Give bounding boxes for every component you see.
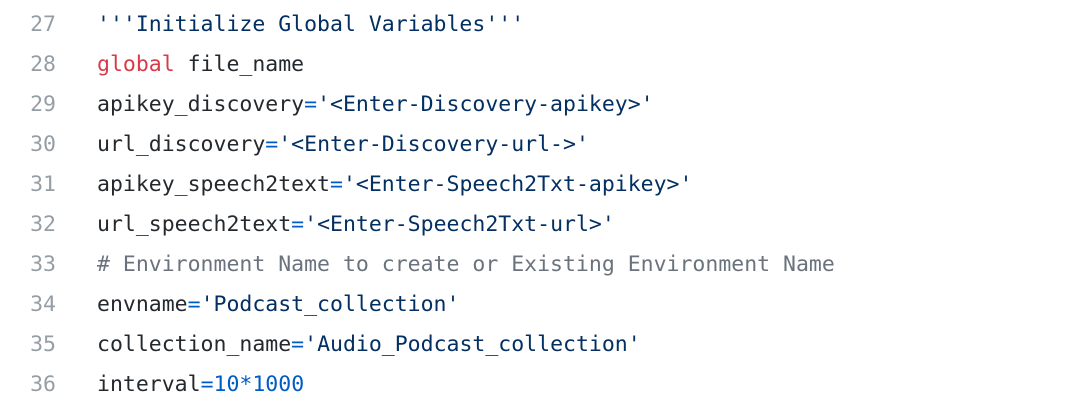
code-line: 35 collection_name='Audio_Podcast_collect… xyxy=(0,324,1092,364)
code-content: url_speech2text='<Enter-Speech2Txt-url>' xyxy=(56,212,615,237)
code-lines: 27 '''Initialize Global Variables''' 28 glo… xyxy=(0,4,1092,404)
code-token-num: 1000 xyxy=(252,371,305,397)
code-token-str: '<Enter-Speech2Txt-url>' xyxy=(304,211,615,237)
code-token-str: '''Initialize Global Variables''' xyxy=(97,11,525,37)
code-token-op: = xyxy=(265,131,279,157)
line-number[interactable]: 36 xyxy=(0,372,56,397)
code-token-plain: url_speech2text xyxy=(97,211,292,237)
code-token-plain: envname xyxy=(97,291,188,317)
code-token-op: = xyxy=(200,371,214,397)
code-token-str: '<Enter-Discovery-url->' xyxy=(278,131,589,157)
code-content: apikey_discovery='<Enter-Discovery-apike… xyxy=(56,92,654,117)
code-content: apikey_speech2text='<Enter-Speech2Txt-ap… xyxy=(56,172,692,197)
code-token-kw: global xyxy=(97,51,175,77)
line-number[interactable]: 34 xyxy=(0,292,56,317)
code-token-plain: apikey_speech2text xyxy=(97,171,330,197)
code-content: '''Initialize Global Variables''' xyxy=(56,12,524,37)
code-token-str: 'Audio_Podcast_collection' xyxy=(304,331,641,357)
line-number[interactable]: 33 xyxy=(0,252,56,277)
code-token-op: * xyxy=(239,371,253,397)
code-content: envname='Podcast_collection' xyxy=(56,292,459,317)
code-token-plain: collection_name xyxy=(97,331,292,357)
code-token-op: = xyxy=(291,331,305,357)
line-number[interactable]: 30 xyxy=(0,132,56,157)
line-number[interactable]: 35 xyxy=(0,332,56,357)
code-line: 36 interval=10*1000 xyxy=(0,364,1092,404)
code-content: global file_name xyxy=(56,52,304,77)
code-line: 34 envname='Podcast_collection' xyxy=(0,284,1092,324)
line-number[interactable]: 28 xyxy=(0,52,56,77)
code-content: collection_name='Audio_Podcast_collectio… xyxy=(56,332,641,357)
code-line: 31 apikey_speech2text='<Enter-Speech2Txt-… xyxy=(0,164,1092,204)
code-content: url_discovery='<Enter-Discovery-url->' xyxy=(56,132,589,157)
code-line: 29 apikey_discovery='<Enter-Discovery-api… xyxy=(0,84,1092,124)
code-line: 33 # Environment Name to create or Existi… xyxy=(0,244,1092,284)
line-number[interactable]: 32 xyxy=(0,212,56,237)
code-token-op: = xyxy=(304,91,318,117)
code-token-plain: file_name xyxy=(174,51,305,77)
code-line: 27 '''Initialize Global Variables''' xyxy=(0,4,1092,44)
code-line: 30 url_discovery='<Enter-Discovery-url->' xyxy=(0,124,1092,164)
line-number[interactable]: 31 xyxy=(0,172,56,197)
code-token-num: 10 xyxy=(213,371,240,397)
code-token-op: = xyxy=(291,211,305,237)
code-token-op: = xyxy=(330,171,343,197)
code-token-op: = xyxy=(187,291,201,317)
code-token-plain: interval xyxy=(97,371,201,397)
code-token-str: '<Enter-Discovery-apikey>' xyxy=(317,91,654,117)
code-line: 28 global file_name xyxy=(0,44,1092,84)
code-token-str: '<Enter-Speech2Txt-apikey>' xyxy=(342,171,693,197)
code-line: 32 url_speech2text='<Enter-Speech2Txt-url… xyxy=(0,204,1092,244)
line-number[interactable]: 29 xyxy=(0,92,56,117)
code-content: # Environment Name to create or Existing… xyxy=(56,252,835,277)
code-token-comment: # Environment Name to create or Existing… xyxy=(97,251,835,277)
code-content: interval=10*1000 xyxy=(56,372,304,397)
code-token-plain: url_discovery xyxy=(97,131,266,157)
code-token-str: 'Podcast_collection' xyxy=(200,291,460,317)
code-token-plain: apikey_discovery xyxy=(97,91,305,117)
code-view: 27 '''Initialize Global Variables''' 28 glo… xyxy=(0,4,1092,404)
line-number[interactable]: 27 xyxy=(0,12,56,37)
